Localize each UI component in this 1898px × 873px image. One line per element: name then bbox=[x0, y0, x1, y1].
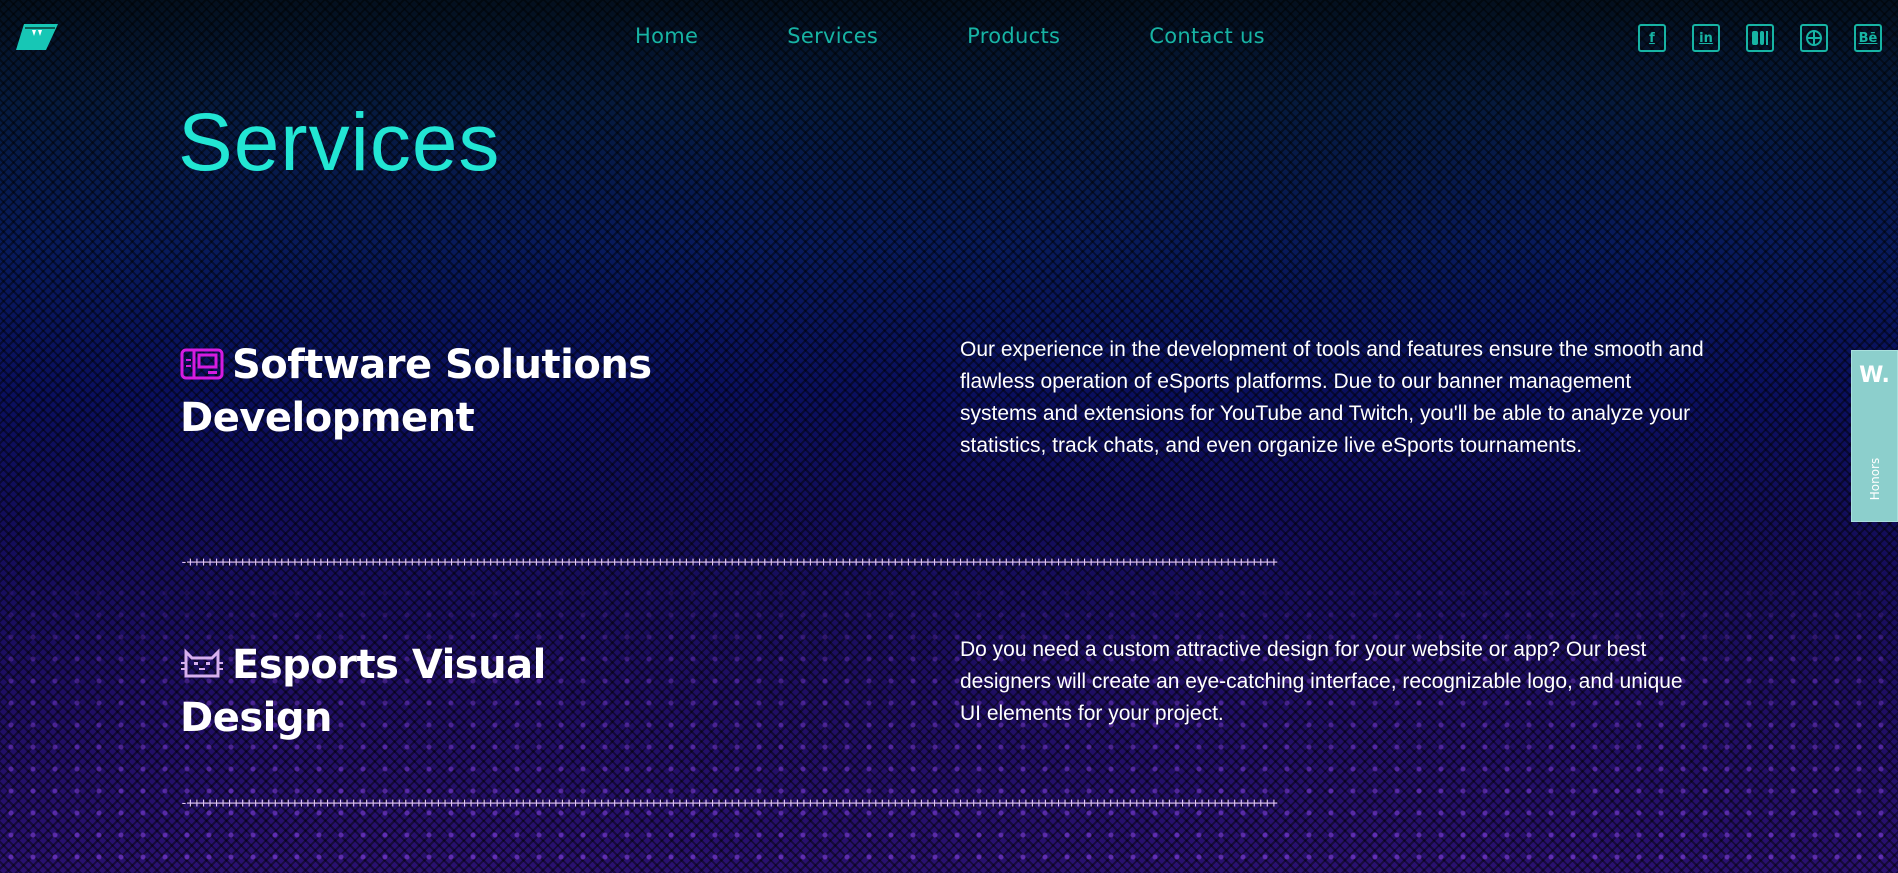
computer-pixel-icon bbox=[180, 342, 224, 393]
nav-contact-us[interactable]: Contact us bbox=[1149, 24, 1265, 48]
page-title: Services bbox=[178, 97, 501, 188]
service-title-text: Software Solutions Development bbox=[180, 342, 652, 441]
main-nav: Home Services Products Contact us bbox=[635, 24, 1265, 48]
section-divider: -+++++++++++++++++++++++++++++++++++++++… bbox=[180, 558, 1278, 568]
section-divider: -+++++++++++++++++++++++++++++++++++++++… bbox=[180, 799, 1278, 809]
honors-side-tab[interactable]: W. Honors bbox=[1851, 350, 1898, 522]
cat-face-pixel-icon bbox=[180, 642, 224, 693]
honors-badge: W. bbox=[1859, 363, 1890, 388]
linkedin-icon[interactable]: in bbox=[1692, 24, 1720, 52]
service-title: Software Solutions Development bbox=[180, 340, 700, 444]
medium-icon[interactable] bbox=[1746, 24, 1774, 52]
behance-icon[interactable]: Bē bbox=[1854, 24, 1882, 52]
service-title-text: Esports Visual Design bbox=[180, 642, 546, 741]
facebook-icon[interactable]: f bbox=[1638, 24, 1666, 52]
social-links: f in Bē bbox=[1638, 24, 1882, 52]
brand-logo-icon[interactable] bbox=[16, 22, 60, 52]
service-title: Esports Visual Design bbox=[180, 640, 700, 744]
service-description: Do you need a custom attractive design f… bbox=[960, 638, 1683, 725]
nav-products[interactable]: Products bbox=[967, 24, 1060, 48]
honors-label: Honors bbox=[1867, 457, 1882, 501]
dribbble-icon[interactable] bbox=[1800, 24, 1828, 52]
nav-services[interactable]: Services bbox=[787, 24, 878, 48]
nav-home[interactable]: Home bbox=[635, 24, 698, 48]
top-navigation-bar: Home Services Products Contact us f in B… bbox=[0, 0, 1898, 76]
service-description: Our experience in the development of too… bbox=[960, 338, 1704, 457]
